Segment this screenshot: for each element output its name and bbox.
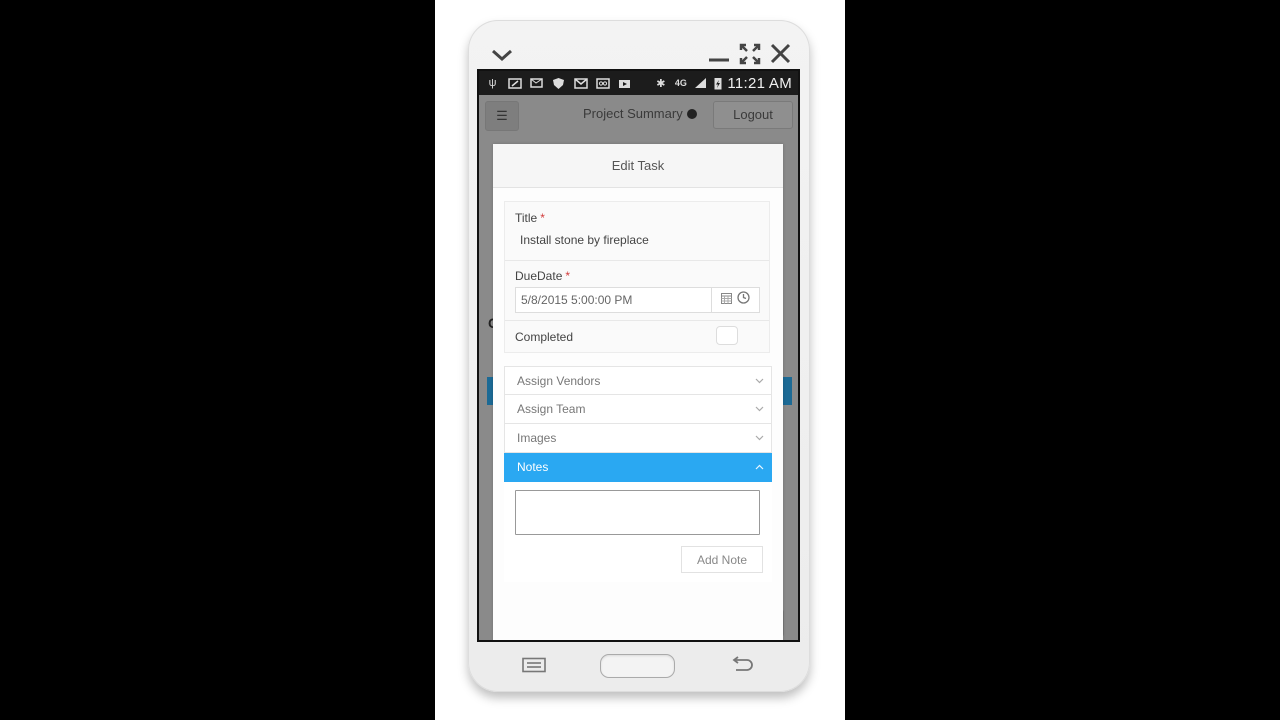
gmail-icon: [573, 77, 588, 89]
signal-icon: [693, 77, 708, 89]
due-date-value: 5/8/2015 5:00:00 PM: [521, 293, 633, 307]
message-icon: [529, 77, 544, 89]
chat-bubble-icon: [686, 109, 697, 119]
chevron-up-icon: [755, 462, 764, 472]
completed-field: Completed: [505, 321, 769, 353]
title-input[interactable]: Install stone by fireplace: [520, 233, 649, 247]
chevron-down-icon[interactable]: [491, 47, 513, 63]
store-icon: [617, 77, 632, 89]
status-time: 11:21 AM: [727, 74, 792, 92]
back-key-icon[interactable]: [732, 655, 756, 678]
bluetooth-icon: ✱: [656, 77, 666, 90]
chevron-down-icon: [755, 433, 764, 443]
device-screen: ψ ✱ 4G 11:21 AM ☰ Project Summary Logout: [477, 69, 800, 642]
app-title: Project Summary: [583, 106, 697, 121]
shield-icon: [551, 77, 566, 89]
required-marker: *: [565, 269, 571, 283]
app-header: ☰ Project Summary Logout: [479, 95, 798, 135]
calendar-icon[interactable]: [721, 291, 732, 309]
modal-header: Edit Task: [493, 144, 783, 188]
chevron-down-icon: [755, 404, 764, 414]
accordion-images[interactable]: Images: [504, 424, 772, 453]
menu-key-icon[interactable]: [522, 657, 546, 678]
close-icon[interactable]: [770, 43, 791, 64]
required-marker: *: [540, 211, 545, 225]
title-label: Title *: [515, 211, 545, 225]
usb-icon: ψ: [488, 77, 497, 89]
status-bar: ψ ✱ 4G 11:21 AM: [479, 71, 798, 95]
due-date-input[interactable]: 5/8/2015 5:00:00 PM: [515, 287, 760, 313]
minimize-icon[interactable]: [708, 50, 730, 64]
home-button[interactable]: [600, 654, 675, 678]
list-menu-button[interactable]: ☰: [485, 101, 519, 131]
edit-task-modal: Edit Task Title * Install stone by firepl…: [493, 144, 783, 640]
due-date-label: DueDate *: [515, 269, 571, 283]
accordion-assign-vendors[interactable]: Assign Vendors: [504, 366, 772, 395]
completed-label: Completed: [515, 330, 574, 344]
notes-panel: Add Note: [504, 482, 772, 582]
completed-checkbox[interactable]: [716, 326, 738, 345]
title-field: Title * Install stone by fireplace: [505, 202, 769, 261]
4g-lte-icon: 4G: [674, 78, 687, 88]
battery-charging-icon: [713, 77, 722, 89]
fullscreen-icon[interactable]: [739, 43, 761, 65]
accordion-assign-team[interactable]: Assign Team: [504, 395, 772, 424]
screen-share-icon: [507, 77, 522, 89]
modal-title: Edit Task: [611, 158, 665, 173]
logout-button[interactable]: Logout: [713, 101, 793, 129]
app-background: ☰ Project Summary Logout C Save/Send Add…: [479, 95, 798, 640]
chevron-down-icon: [755, 376, 764, 386]
clock-icon[interactable]: [737, 291, 750, 309]
task-accordion: Assign Vendors Assign Team Images Notes: [504, 366, 772, 582]
accordion-notes[interactable]: Notes: [504, 453, 772, 482]
voicemail-icon: [595, 77, 610, 89]
list-menu-icon: ☰: [496, 108, 508, 123]
task-form: Title * Install stone by fireplace DueDat…: [504, 201, 770, 353]
due-date-field: DueDate * 5/8/2015 5:00:00 PM: [505, 261, 769, 321]
add-note-button[interactable]: Add Note: [681, 546, 763, 573]
note-textarea[interactable]: [515, 490, 760, 535]
